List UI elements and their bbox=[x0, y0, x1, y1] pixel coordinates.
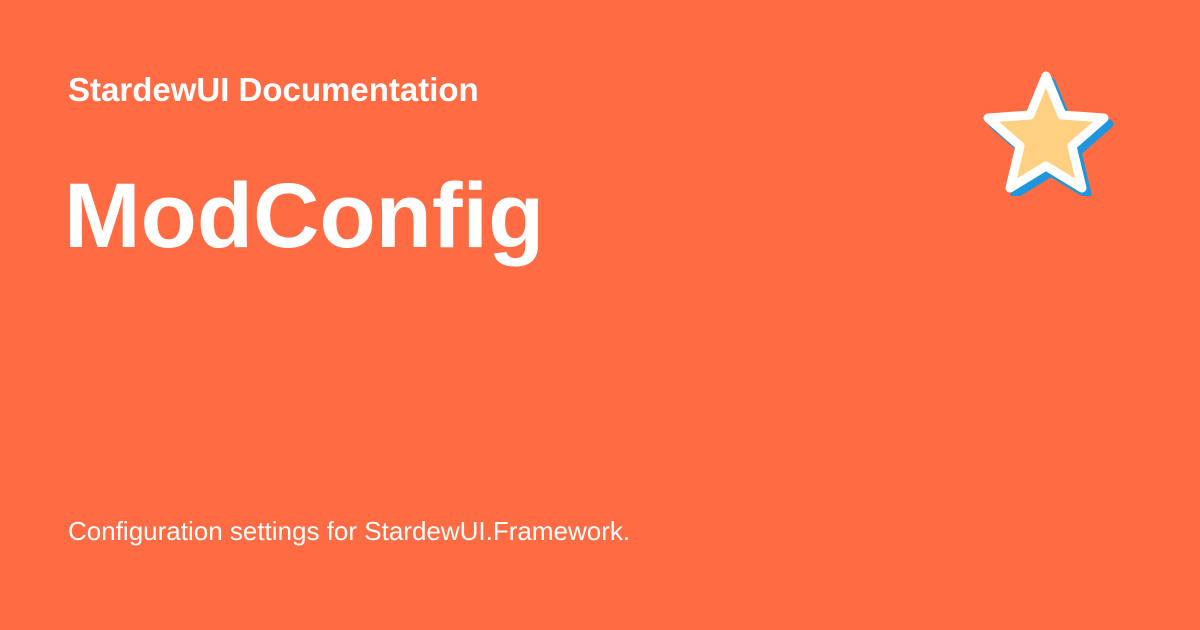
social-card: StardewUI Documentation ModConfig Config… bbox=[0, 0, 1200, 630]
page-title: ModConfig bbox=[64, 165, 545, 267]
site-name: StardewUI Documentation bbox=[68, 71, 479, 108]
star-outline-icon bbox=[983, 71, 1109, 193]
star-icon bbox=[983, 71, 1114, 196]
page-description: Configuration settings for StardewUI.Fra… bbox=[68, 516, 631, 546]
star-logo-icon bbox=[978, 68, 1114, 196]
